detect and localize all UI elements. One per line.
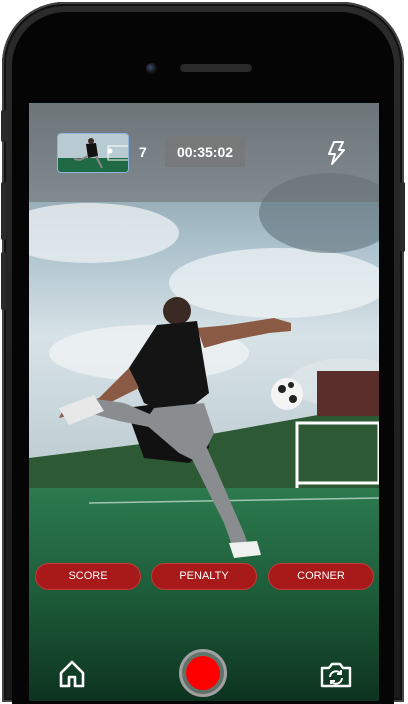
top-controls-bar: 7 00:35:02 — [29, 103, 379, 202]
camera-screen: 7 00:35:02 SCORE PENALTY CORNER — [29, 103, 379, 701]
flash-icon[interactable] — [326, 141, 346, 165]
clip-thumbnail-image — [58, 134, 128, 172]
mute-switch — [1, 110, 6, 142]
score-button[interactable]: SCORE — [35, 563, 141, 590]
home-icon[interactable] — [58, 659, 86, 689]
volume-down-button — [1, 252, 6, 310]
volume-up-button — [1, 182, 6, 240]
power-button — [400, 182, 405, 252]
record-button[interactable] — [179, 649, 227, 697]
last-clip-thumbnail[interactable] — [57, 133, 129, 173]
front-camera — [146, 63, 157, 74]
penalty-button[interactable]: PENALTY — [151, 563, 257, 590]
corner-button[interactable]: CORNER — [268, 563, 374, 590]
switch-camera-icon[interactable] — [319, 661, 353, 689]
record-indicator — [186, 656, 220, 690]
recording-timer: 00:35:02 — [165, 137, 245, 167]
earpiece-speaker — [180, 64, 252, 72]
clip-count: 7 — [139, 144, 147, 160]
